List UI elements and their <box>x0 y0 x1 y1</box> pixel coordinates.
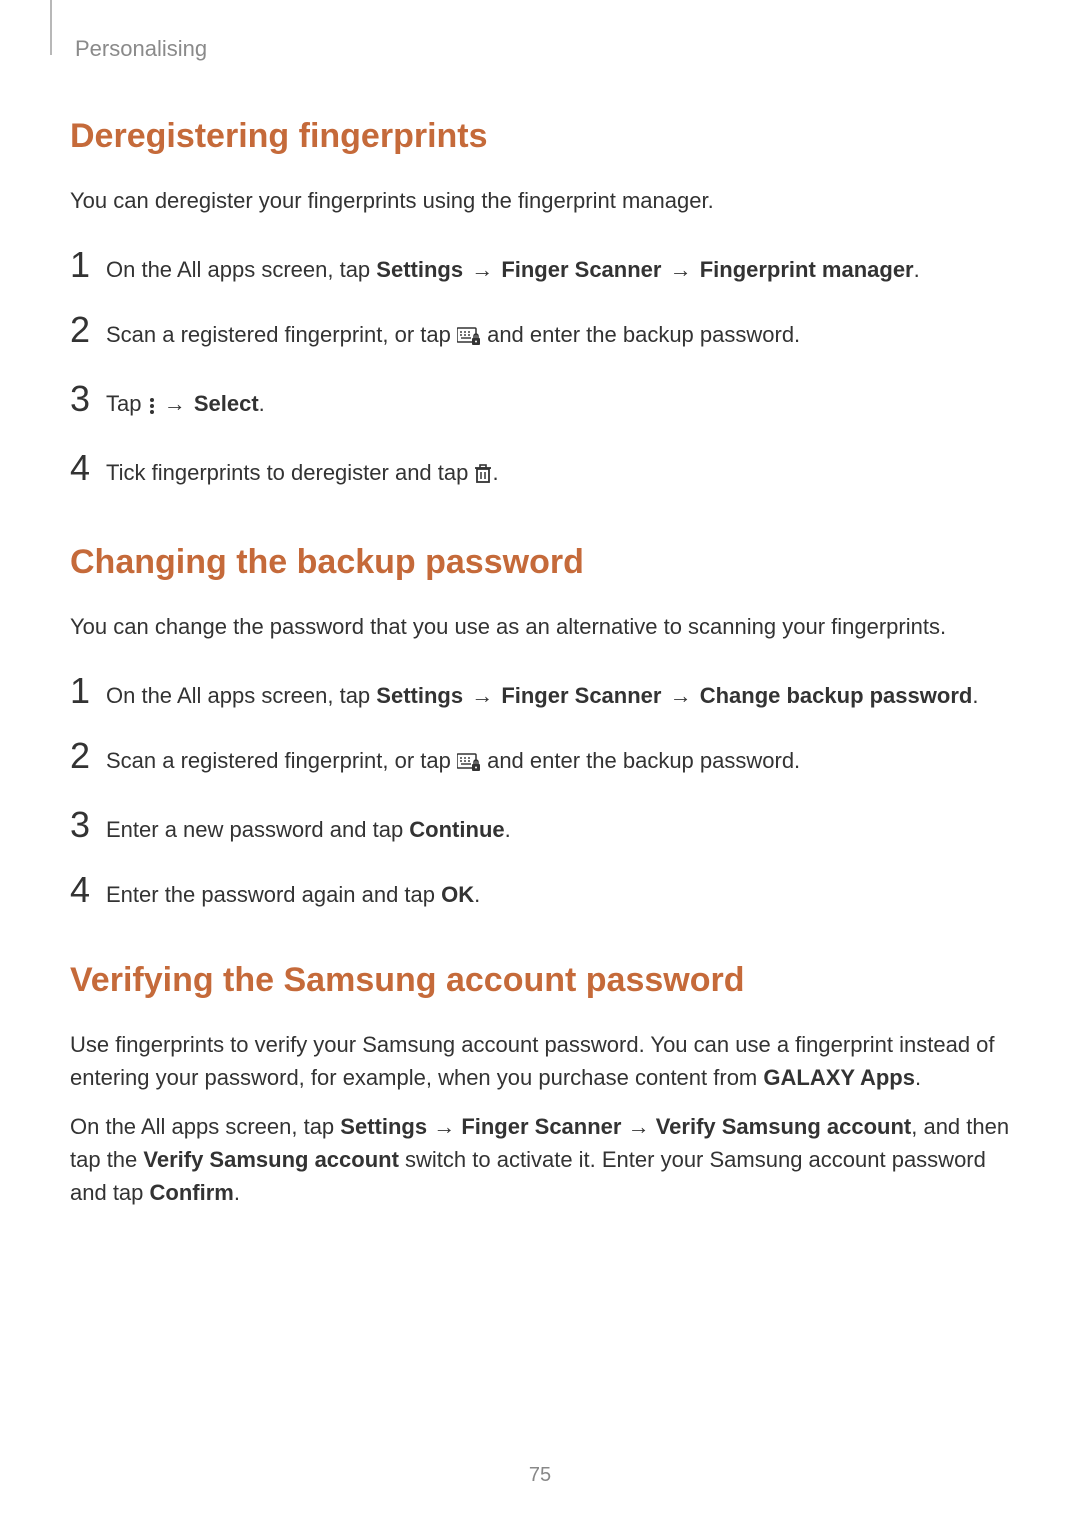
step-bold: Finger Scanner <box>501 683 661 708</box>
text-run: On the All apps screen, tap <box>70 1114 340 1139</box>
page-content: Personalising Deregistering fingerprints… <box>0 0 1080 1265</box>
bold-run: Finger Scanner <box>461 1114 621 1139</box>
step-body: On the All apps screen, tap Settings → F… <box>106 249 920 286</box>
text-run: → <box>427 1114 461 1139</box>
step-bold: Select <box>194 391 259 416</box>
keyboard-lock-icon <box>457 322 481 355</box>
paragraph: On the All apps screen, tap Settings → F… <box>70 1110 1010 1209</box>
text-run: . <box>915 1065 921 1090</box>
step-text: . <box>914 257 920 282</box>
step-text: Enter the password again and tap <box>106 882 441 907</box>
step-text: . <box>505 817 511 842</box>
text-run: . <box>234 1180 240 1205</box>
arrow-text: → <box>465 257 499 282</box>
page-number: 75 <box>0 1464 1080 1487</box>
step-number: 2 <box>70 312 106 348</box>
step-text: Enter a new password and tap <box>106 817 409 842</box>
step-bold: Settings <box>376 683 463 708</box>
step-item: 3 Enter a new password and tap Continue. <box>70 807 1010 846</box>
step-number: 1 <box>70 673 106 709</box>
step-bold: Change backup password <box>700 683 973 708</box>
step-text: . <box>492 460 498 485</box>
step-number: 3 <box>70 381 106 417</box>
step-number: 2 <box>70 738 106 774</box>
step-item: 1 On the All apps screen, tap Settings →… <box>70 673 1010 712</box>
step-text: . <box>259 391 265 416</box>
step-text: Scan a registered fingerprint, or tap <box>106 322 457 347</box>
step-bold: Continue <box>409 817 504 842</box>
header-rule <box>50 0 52 55</box>
step-number: 3 <box>70 807 106 843</box>
step-body: On the All apps screen, tap Settings → F… <box>106 675 978 712</box>
step-number: 4 <box>70 872 106 908</box>
step-item: 4 Enter the password again and tap OK. <box>70 872 1010 911</box>
step-text: Tick fingerprints to deregister and tap <box>106 460 474 485</box>
text-run: → <box>621 1114 655 1139</box>
arrow-text: → <box>663 683 697 708</box>
step-bold: OK <box>441 882 474 907</box>
bold-run: Settings <box>340 1114 427 1139</box>
section-heading-deregistering: Deregistering fingerprints <box>70 117 1010 156</box>
step-body: Tap → Select. <box>106 383 265 424</box>
bold-run: Confirm <box>150 1180 234 1205</box>
step-text: . <box>972 683 978 708</box>
step-text: . <box>474 882 480 907</box>
step-item: 2 Scan a registered fingerprint, or tap <box>70 312 1010 355</box>
arrow-text: → <box>158 391 192 416</box>
step-item: 4 Tick fingerprints to deregister and ta… <box>70 450 1010 493</box>
step-body: Enter a new password and tap Continue. <box>106 809 511 846</box>
step-text: Tap <box>106 391 148 416</box>
section-intro: You can deregister your fingerprints usi… <box>70 184 1010 217</box>
step-body: Enter the password again and tap OK. <box>106 874 480 911</box>
more-vert-icon <box>148 391 156 424</box>
bold-run: Verify Samsung account <box>656 1114 912 1139</box>
step-text: On the All apps screen, tap <box>106 257 376 282</box>
step-item: 2 Scan a registered fingerprint, or tap <box>70 738 1010 781</box>
step-item: 3 Tap → Select. <box>70 381 1010 424</box>
step-bold: Settings <box>376 257 463 282</box>
step-item: 1 On the All apps screen, tap Settings →… <box>70 247 1010 286</box>
step-bold: Fingerprint manager <box>700 257 914 282</box>
step-text: On the All apps screen, tap <box>106 683 376 708</box>
bold-run: GALAXY Apps <box>763 1065 915 1090</box>
step-text: Scan a registered fingerprint, or tap <box>106 748 457 773</box>
arrow-text: → <box>663 257 697 282</box>
step-body: Scan a registered fingerprint, or tap <box>106 740 800 781</box>
step-body: Tick fingerprints to deregister and tap … <box>106 452 499 493</box>
keyboard-lock-icon <box>457 748 481 781</box>
trash-icon <box>474 460 492 493</box>
step-text: and enter the backup password. <box>481 322 800 347</box>
step-number: 1 <box>70 247 106 283</box>
section-heading-verifying: Verifying the Samsung account password <box>70 961 1010 1000</box>
arrow-text: → <box>465 683 499 708</box>
bold-run: Verify Samsung account <box>143 1147 399 1172</box>
chapter-label: Personalising <box>75 36 1010 62</box>
section-heading-changing: Changing the backup password <box>70 543 1010 582</box>
steps-list: 1 On the All apps screen, tap Settings →… <box>70 247 1010 493</box>
steps-list: 1 On the All apps screen, tap Settings →… <box>70 673 1010 911</box>
section-intro: You can change the password that you use… <box>70 610 1010 643</box>
paragraph: Use fingerprints to verify your Samsung … <box>70 1028 1010 1094</box>
step-bold: Finger Scanner <box>501 257 661 282</box>
step-number: 4 <box>70 450 106 486</box>
step-body: Scan a registered fingerprint, or tap <box>106 314 800 355</box>
step-text: and enter the backup password. <box>481 748 800 773</box>
